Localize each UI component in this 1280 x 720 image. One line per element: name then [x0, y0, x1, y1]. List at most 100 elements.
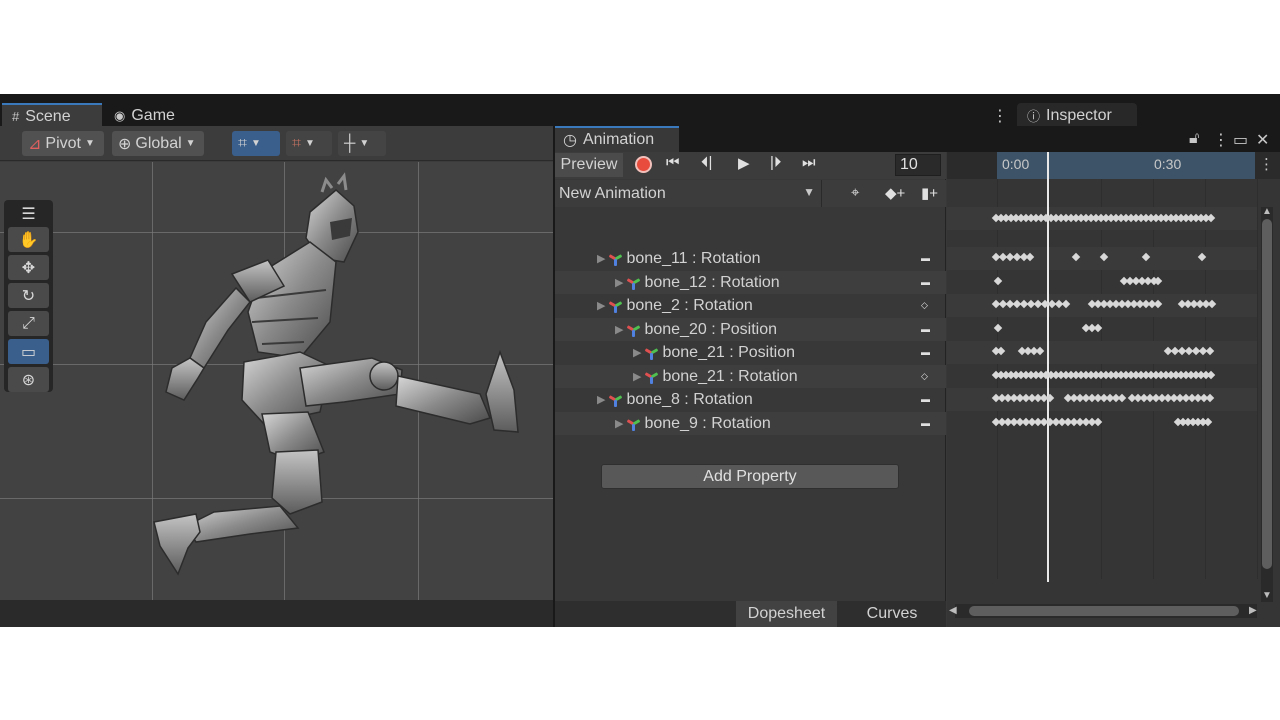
editor-tabbar: # Scene ◉ Game ⋮ ⓘ Inspector — [0, 94, 1280, 128]
record-icon[interactable] — [635, 156, 652, 173]
scroll-right-icon[interactable]: ▶ — [1249, 605, 1257, 616]
expand-arrow-icon[interactable]: ▶ — [597, 299, 605, 312]
grid-snap-toggle[interactable]: ⌗ ▼ — [232, 131, 280, 156]
gamepad-icon: ◉ — [114, 107, 126, 123]
frame-field[interactable]: 10 — [895, 154, 941, 176]
time-ruler[interactable]: 0:00 0:30 ⋮ — [947, 152, 1280, 179]
keyframe-toggle-icon[interactable]: ▬ — [921, 277, 930, 287]
expand-arrow-icon[interactable]: ▶ — [615, 323, 623, 336]
close-icon[interactable]: ✕ — [1256, 130, 1269, 150]
last-key-icon[interactable]: ⏭ — [802, 154, 816, 171]
property-row[interactable]: ▶ bone_9 : Rotation ▬ — [555, 412, 946, 435]
lock-icon[interactable]: 🔓︎ — [1189, 130, 1199, 148]
preview-button[interactable]: Preview — [555, 153, 623, 177]
clip-dropdown[interactable]: New Animation ▼ — [555, 180, 822, 207]
expand-arrow-icon[interactable]: ▶ — [615, 417, 623, 430]
vertical-scroll-thumb[interactable] — [1262, 219, 1272, 569]
filter-by-selection-icon[interactable]: ⌖ — [851, 184, 859, 201]
keyframe-toggle-icon[interactable]: ▬ — [921, 347, 930, 357]
scale-icon: ⤢ — [22, 314, 35, 332]
transform-icon — [627, 417, 641, 431]
rect-tool[interactable]: ▭ — [8, 339, 49, 364]
horizontal-scrollbar[interactable]: ◀ ▶ — [949, 604, 1257, 618]
property-label: bone_12 : Rotation — [644, 273, 780, 291]
expand-arrow-icon[interactable]: ▶ — [633, 346, 641, 359]
dopesheet-timeline[interactable]: 0:00 0:30 ⋮ ▲ ▼ ◀ ▶ — [947, 152, 1280, 627]
rotate-tool[interactable]: ↻ — [8, 283, 49, 308]
tab-inspector-label: Inspector — [1046, 106, 1112, 124]
tab-dopesheet[interactable]: Dopesheet — [736, 601, 837, 627]
next-key-icon[interactable]: |⏵︎ — [770, 154, 781, 171]
transform-icon — [645, 370, 659, 384]
prev-key-icon[interactable]: ⏴︎| — [701, 154, 712, 171]
property-pane: Preview ⏮ ⏴︎| ▶ |⏵︎ ⏭ 10 New Animation ▼… — [555, 152, 946, 627]
transform-tools: ☰ ✋ ✥ ↻ ⤢ ▭ ⊛ — [4, 200, 53, 392]
global-dropdown[interactable]: ⊕ Global ▼ — [112, 131, 204, 156]
expand-arrow-icon[interactable]: ▶ — [615, 276, 623, 289]
add-event-icon[interactable]: ▮+ — [921, 184, 938, 202]
keyframe-toggle-icon[interactable]: ◇ — [921, 300, 928, 311]
tab-animation[interactable]: ◷ Animation — [555, 126, 679, 152]
info-icon: ⓘ — [1027, 109, 1041, 124]
hand-tool[interactable]: ✋ — [8, 227, 49, 252]
property-row[interactable]: ▶ bone_12 : Rotation ▬ — [555, 271, 946, 294]
armored-character-model[interactable] — [0, 162, 553, 600]
maximize-icon[interactable]: ▭ — [1233, 130, 1248, 150]
property-row[interactable]: ▶ bone_21 : Rotation ◇ — [555, 365, 946, 388]
grid-icon: # — [12, 109, 20, 124]
hand-icon: ✋ — [18, 231, 39, 249]
tab-curves[interactable]: Curves — [839, 601, 945, 627]
toolbar-drag-handle[interactable]: ☰ — [8, 204, 49, 224]
pivot-dropdown[interactable]: ⊿ Pivot ▼ — [22, 131, 104, 156]
property-label: bone_9 : Rotation — [644, 414, 771, 432]
expand-arrow-icon[interactable]: ▶ — [597, 393, 605, 406]
pivot-icon: ⊿ — [28, 135, 42, 153]
property-row[interactable]: ▶ bone_20 : Position ▬ — [555, 318, 946, 341]
tab-scene[interactable]: # Scene — [2, 103, 102, 128]
horizontal-scroll-thumb[interactable] — [969, 606, 1239, 616]
tab-game[interactable]: ◉ Game — [104, 103, 194, 128]
expand-arrow-icon[interactable]: ▶ — [597, 252, 605, 265]
timeline-row[interactable] — [947, 271, 1257, 294]
snap-increment-toggle[interactable]: ⌗ ▼ — [286, 131, 332, 156]
keyframe-toggle-icon[interactable]: ▬ — [921, 418, 930, 428]
transform-icon — [609, 393, 623, 407]
clock-icon: ◷ — [563, 132, 577, 149]
transform-icon — [645, 346, 659, 360]
property-row[interactable]: ▶ bone_2 : Rotation ◇ — [555, 294, 946, 317]
chevron-down-icon: ▼ — [84, 138, 95, 149]
tab-inspector[interactable]: ⓘ Inspector — [1017, 103, 1137, 128]
playback-controls: Preview ⏮ ⏴︎| ▶ |⏵︎ ⏭ 10 — [555, 152, 946, 179]
tab-animation-label: Animation — [582, 131, 655, 148]
time-grid-line — [1257, 179, 1258, 579]
keyframe-toggle-icon[interactable]: ▬ — [921, 253, 930, 263]
keyframe-toggle-icon[interactable]: ◇ — [921, 371, 928, 382]
animation-tabstrip: ◷ Animation 🔓︎ ⋮ ▭ ✕ — [555, 126, 1280, 152]
property-row[interactable]: ▶ bone_8 : Rotation ▬ — [555, 388, 946, 411]
global-label: Global — [135, 134, 182, 152]
property-row[interactable]: ▶ bone_11 : Rotation ▬ — [555, 247, 946, 270]
scroll-down-icon[interactable]: ▼ — [1262, 590, 1272, 601]
keyframe-toggle-icon[interactable]: ▬ — [921, 324, 930, 334]
first-key-icon[interactable]: ⏮ — [666, 154, 680, 171]
add-keyframe-icon[interactable]: ◆+ — [885, 184, 905, 202]
timeline-row[interactable] — [947, 318, 1257, 341]
timeline-more-icon[interactable]: ⋮ — [1259, 155, 1274, 173]
add-property-button[interactable]: Add Property — [601, 464, 899, 489]
expand-arrow-icon[interactable]: ▶ — [633, 370, 641, 383]
clip-name: New Animation — [559, 184, 666, 202]
keyframe-toggle-icon[interactable]: ▬ — [921, 394, 930, 404]
scroll-up-icon[interactable]: ▲ — [1262, 206, 1272, 217]
move-tool[interactable]: ✥ — [8, 255, 49, 280]
more-icon[interactable]: ⋮ — [1213, 130, 1229, 150]
scene-more-icon[interactable]: ⋮ — [992, 106, 1008, 126]
vertical-scrollbar[interactable]: ▲ ▼ — [1261, 206, 1273, 602]
tick-label: 0:30 — [1154, 156, 1182, 172]
scale-tool[interactable]: ⤢ — [8, 311, 49, 336]
ruler-toggle[interactable]: ┼ ▼ — [338, 131, 386, 156]
scroll-left-icon[interactable]: ◀ — [949, 605, 957, 616]
property-row[interactable]: ▶ bone_21 : Position ▬ — [555, 341, 946, 364]
scene-viewport[interactable]: ☰ ✋ ✥ ↻ ⤢ ▭ ⊛ — [0, 162, 553, 600]
transform-tool[interactable]: ⊛ — [8, 367, 49, 392]
play-icon[interactable]: ▶ — [738, 154, 750, 172]
